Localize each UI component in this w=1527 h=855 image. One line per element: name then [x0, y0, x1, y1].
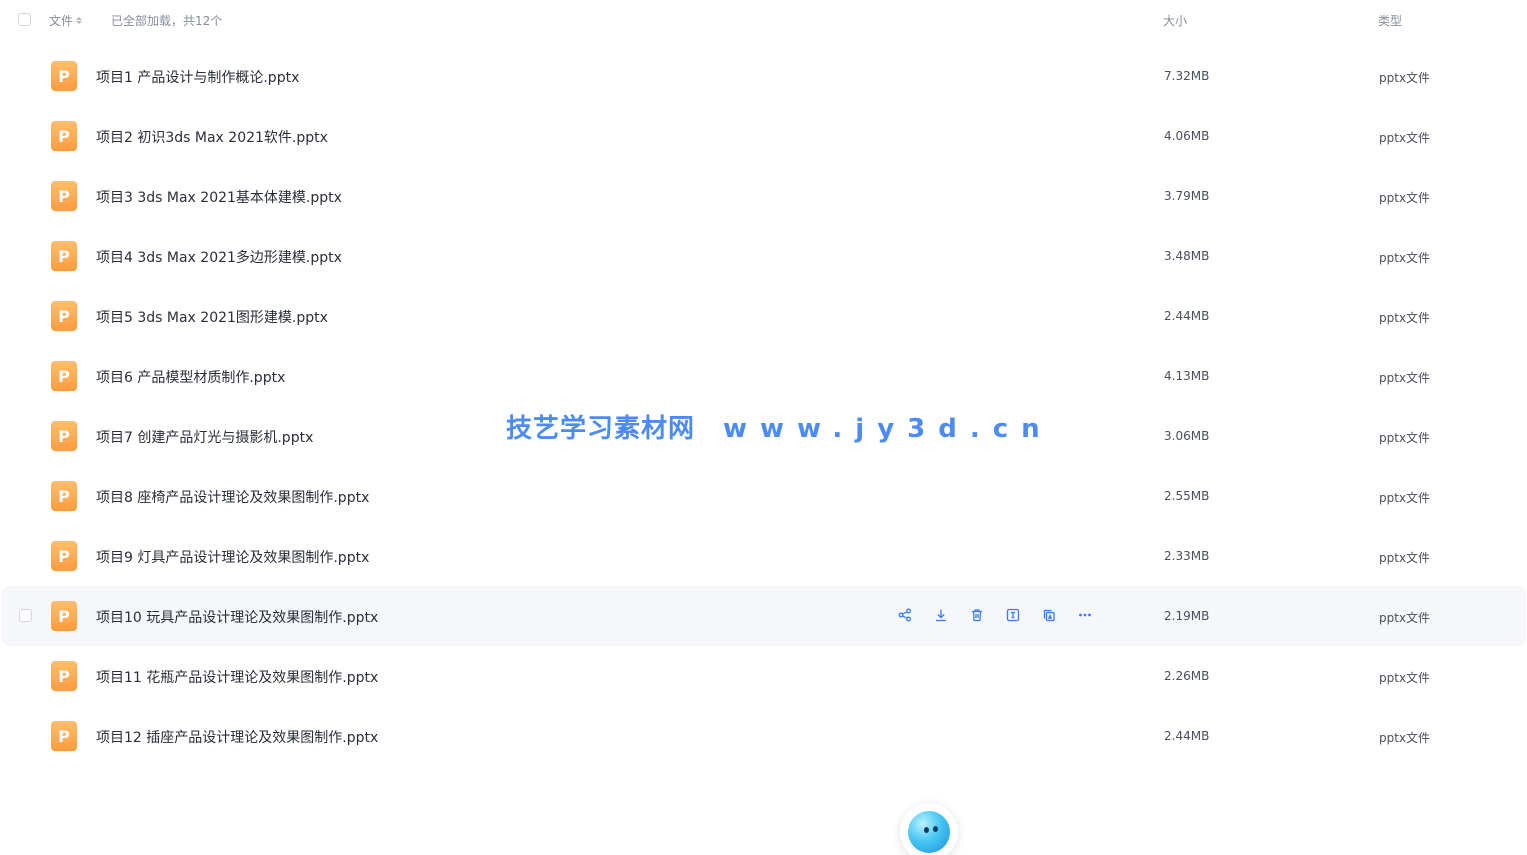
mascot-eye: [924, 827, 929, 833]
copy-icon[interactable]: [1040, 606, 1058, 624]
file-type: pptx文件: [1379, 131, 1431, 145]
file-list-header: 文件 已全部加载，共12个 大小 类型: [0, 0, 1527, 40]
file-size: 2.44MB: [1164, 309, 1210, 323]
pptx-file-icon: P: [51, 601, 77, 631]
share-icon[interactable]: [896, 606, 914, 624]
pptx-file-icon: P: [51, 301, 77, 331]
file-type: pptx文件: [1379, 191, 1431, 205]
file-row[interactable]: P 项目4 3ds Max 2021多边形建模.pptx 3.48MB pptx文件: [1, 226, 1526, 286]
file-name[interactable]: 项目11 花瓶产品设计理论及效果图制作.pptx: [96, 667, 378, 687]
pptx-file-icon: P: [51, 661, 77, 691]
file-column-label: 文件: [49, 14, 74, 28]
file-type: pptx文件: [1379, 71, 1431, 85]
file-size: 7.32MB: [1164, 69, 1210, 83]
sort-icon[interactable]: [76, 17, 83, 24]
file-size: 2.26MB: [1164, 669, 1210, 683]
assistant-mascot-button[interactable]: [900, 803, 958, 855]
file-type: pptx文件: [1379, 371, 1431, 385]
file-row[interactable]: P 项目10 玩具产品设计理论及效果图制作.pptx 2.19MB pptx文件: [1, 586, 1526, 646]
file-row[interactable]: P 项目5 3ds Max 2021图形建模.pptx 2.44MB pptx文件: [1, 286, 1526, 346]
rename-icon[interactable]: [1004, 606, 1022, 624]
file-row[interactable]: P 项目11 花瓶产品设计理论及效果图制作.pptx 2.26MB pptx文件: [1, 646, 1526, 706]
file-row[interactable]: P 项目1 产品设计与制作概论.pptx 7.32MB pptx文件: [1, 46, 1526, 106]
pptx-file-icon: P: [51, 421, 77, 451]
file-size: 3.48MB: [1164, 249, 1210, 263]
file-size: 3.06MB: [1164, 429, 1210, 443]
pptx-file-icon: P: [51, 121, 77, 151]
file-name[interactable]: 项目5 3ds Max 2021图形建模.pptx: [96, 307, 328, 327]
file-row[interactable]: P 项目2 初识3ds Max 2021软件.pptx 4.06MB pptx文件: [1, 106, 1526, 166]
file-type: pptx文件: [1379, 491, 1431, 505]
file-size: 4.13MB: [1164, 369, 1210, 383]
file-list: P 项目1 产品设计与制作概论.pptx 7.32MB pptx文件 P 项目2 初识3d…: [0, 46, 1527, 766]
file-name[interactable]: 项目1 产品设计与制作概论.pptx: [96, 67, 299, 87]
mascot-eye: [933, 826, 938, 832]
pptx-file-icon: P: [51, 181, 77, 211]
file-type: pptx文件: [1379, 311, 1431, 325]
file-size: 2.44MB: [1164, 729, 1210, 743]
select-all-checkbox[interactable]: [18, 13, 31, 26]
file-row[interactable]: P 项目9 灯具产品设计理论及效果图制作.pptx 2.33MB pptx文件: [1, 526, 1526, 586]
pptx-file-icon: P: [51, 61, 77, 91]
delete-icon[interactable]: [968, 606, 986, 624]
file-type: pptx文件: [1379, 551, 1431, 565]
load-status: 已全部加载，共12个: [111, 14, 223, 28]
file-size: 2.55MB: [1164, 489, 1210, 503]
pptx-file-icon: P: [51, 481, 77, 511]
row-actions: [896, 606, 1094, 624]
download-icon[interactable]: [932, 606, 950, 624]
file-size: 2.19MB: [1164, 609, 1210, 623]
file-name[interactable]: 项目10 玩具产品设计理论及效果图制作.pptx: [96, 607, 378, 627]
file-name[interactable]: 项目9 灯具产品设计理论及效果图制作.pptx: [96, 547, 369, 567]
file-row[interactable]: P 项目6 产品模型材质制作.pptx 4.13MB pptx文件: [1, 346, 1526, 406]
file-type: pptx文件: [1379, 611, 1431, 625]
file-name[interactable]: 项目2 初识3ds Max 2021软件.pptx: [96, 127, 328, 147]
file-row[interactable]: P 项目3 3ds Max 2021基本体建模.pptx 3.79MB pptx文件: [1, 166, 1526, 226]
file-row[interactable]: P 项目8 座椅产品设计理论及效果图制作.pptx 2.55MB pptx文件: [1, 466, 1526, 526]
pptx-file-icon: P: [51, 721, 77, 751]
type-column-header[interactable]: 类型: [1378, 12, 1402, 29]
file-list-page: 文件 已全部加载，共12个 大小 类型 P 项目1 产品设计与制作概论.pptx 7…: [0, 0, 1527, 855]
size-column-header[interactable]: 大小: [1163, 12, 1187, 29]
pptx-file-icon: P: [51, 361, 77, 391]
file-name[interactable]: 项目4 3ds Max 2021多边形建模.pptx: [96, 247, 342, 267]
file-type: pptx文件: [1379, 731, 1431, 745]
watermark: 技艺学习素材网 www.jy3d.cn: [506, 408, 1053, 445]
file-row[interactable]: P 项目12 插座产品设计理论及效果图制作.pptx 2.44MB pptx文件: [1, 706, 1526, 766]
more-icon[interactable]: [1076, 606, 1094, 624]
file-size: 2.33MB: [1164, 549, 1210, 563]
file-name[interactable]: 项目8 座椅产品设计理论及效果图制作.pptx: [96, 487, 369, 507]
file-size: 4.06MB: [1164, 129, 1210, 143]
pptx-file-icon: P: [51, 241, 77, 271]
watermark-site-name: 技艺学习素材网: [506, 414, 696, 444]
watermark-url: www.jy3d.cn: [723, 414, 1053, 444]
file-name[interactable]: 项目12 插座产品设计理论及效果图制作.pptx: [96, 727, 378, 747]
file-column-header[interactable]: 文件: [49, 12, 83, 29]
file-type: pptx文件: [1379, 431, 1431, 445]
row-checkbox[interactable]: [19, 609, 32, 622]
file-type: pptx文件: [1379, 251, 1431, 265]
file-name[interactable]: 项目6 产品模型材质制作.pptx: [96, 367, 285, 387]
pptx-file-icon: P: [51, 541, 77, 571]
file-name[interactable]: 项目7 创建产品灯光与摄影机.pptx: [96, 427, 313, 447]
file-size: 3.79MB: [1164, 189, 1210, 203]
mascot-icon: [908, 811, 950, 853]
file-name[interactable]: 项目3 3ds Max 2021基本体建模.pptx: [96, 187, 342, 207]
file-type: pptx文件: [1379, 671, 1431, 685]
